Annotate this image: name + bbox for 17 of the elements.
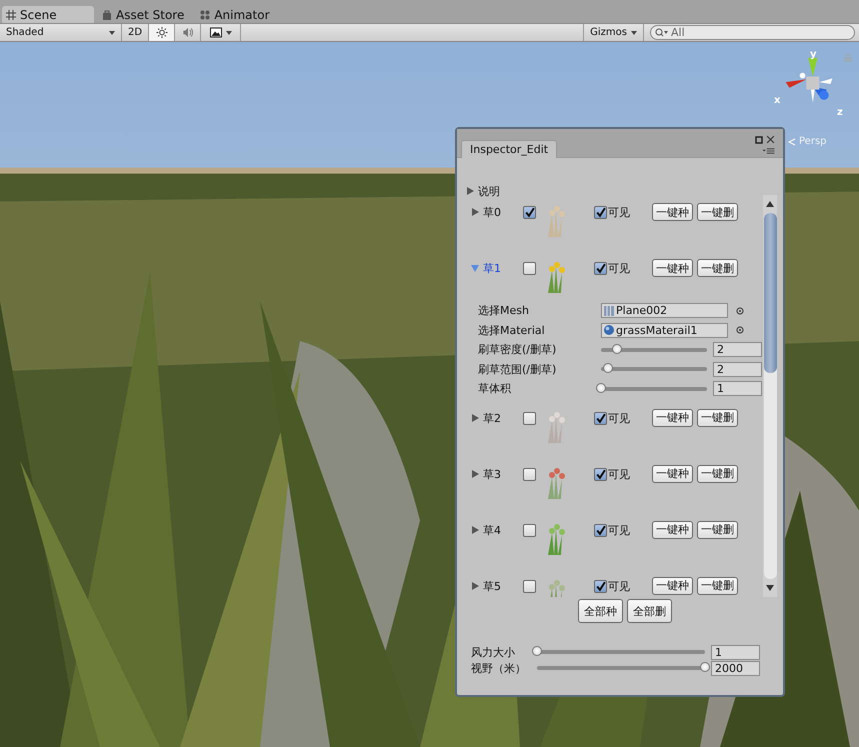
search-field[interactable]: All — [650, 25, 855, 40]
search-icon[interactable] — [655, 28, 669, 38]
grid-icon — [6, 10, 16, 20]
speaker-icon — [182, 27, 194, 38]
lighting-toggle[interactable] — [149, 24, 176, 41]
caret-icon — [226, 30, 232, 34]
editor-tab[interactable]: Scene — [2, 6, 94, 23]
image-icon — [210, 27, 222, 38]
caret-icon — [109, 30, 115, 34]
gizmos-dropdown[interactable]: Gizmos — [583, 24, 644, 41]
bag-icon — [102, 10, 112, 20]
nodes-icon — [200, 10, 210, 20]
shading-dropdown[interactable]: Shaded — [0, 24, 122, 41]
sun-icon — [156, 27, 168, 38]
editor-tab[interactable]: Animator — [196, 6, 278, 23]
caret-icon — [631, 30, 637, 34]
editor-tab[interactable]: Asset Store — [98, 6, 192, 23]
